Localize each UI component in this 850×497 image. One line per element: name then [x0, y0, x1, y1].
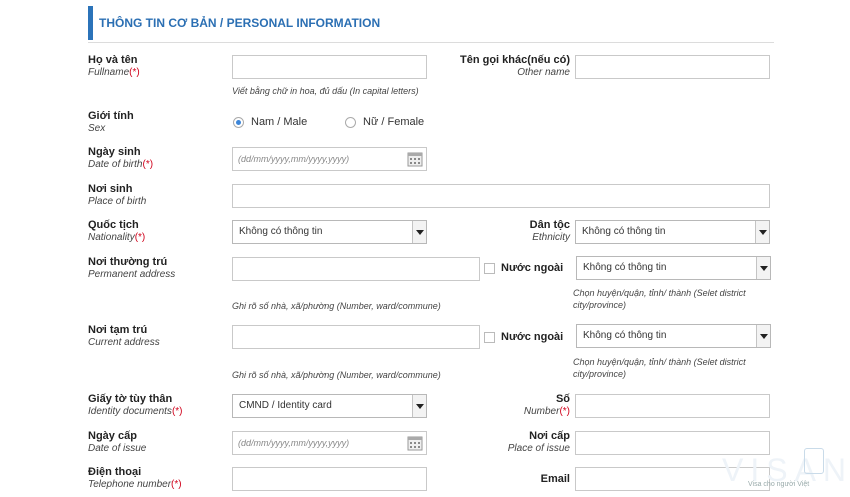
- permanent-address-input[interactable]: [232, 257, 480, 281]
- current-label: Nơi tạm trú: [88, 324, 148, 336]
- dob-placeholder: (dd/mm/yyyy,mm/yyyy,yyyy): [238, 154, 350, 164]
- date-issue-label: Ngày cấp: [88, 430, 137, 442]
- current-hint: Ghi rõ số nhà, xã/phường (Number, ward/c…: [232, 370, 441, 380]
- permanent-label: Nơi thường trú: [88, 256, 168, 268]
- place-issue-label: Nơi cấp: [529, 430, 570, 442]
- dob-input[interactable]: (dd/mm/yyyy,mm/yyyy,yyyy): [232, 147, 427, 171]
- place-issue-sublabel: Place of issue: [507, 443, 570, 454]
- fullname-label: Họ và tên: [88, 54, 138, 66]
- current-select-hint-2: city/province): [573, 369, 627, 379]
- section-title: THÔNG TIN CƠ BẢN / PERSONAL INFORMATION: [99, 16, 381, 30]
- required-mark: (*): [142, 159, 154, 170]
- fullname-sublabel: Fullname(*): [88, 67, 140, 78]
- dob-sublabel: Date of birth(*): [88, 159, 154, 170]
- email-label: Email: [540, 473, 570, 485]
- current-abroad-checkbox[interactable]: [484, 332, 495, 343]
- identity-value: CMND / Identity card: [239, 400, 332, 411]
- permanent-select-hint-1: Chọn huyện/quận, tỉnh/ thành (Selet dist…: [573, 288, 746, 298]
- permanent-abroad-label: Nước ngoài: [501, 262, 564, 274]
- calendar-icon[interactable]: [407, 151, 423, 167]
- ethnicity-value: Không có thông tin: [582, 226, 666, 237]
- number-label: Số: [555, 393, 570, 405]
- sex-male-radio[interactable]: [233, 117, 244, 128]
- sex-label: Giới tính: [88, 110, 134, 122]
- nationality-value: Không có thông tin: [239, 226, 323, 237]
- header-divider: [88, 42, 774, 43]
- permanent-sublabel: Permanent address: [88, 269, 176, 280]
- ethnicity-label: Dân tộc: [529, 219, 570, 231]
- permanent-district-select[interactable]: Không có thông tin: [576, 256, 771, 280]
- current-district-select[interactable]: Không có thông tin: [576, 324, 771, 348]
- identity-sublabel: Identity documents(*): [88, 406, 183, 417]
- current-district-value: Không có thông tin: [583, 330, 667, 341]
- number-sublabel: Number(*): [523, 406, 570, 417]
- luggage-icon: [804, 448, 824, 474]
- permanent-abroad-checkbox[interactable]: [484, 263, 495, 274]
- required-mark: (*): [171, 406, 183, 417]
- sex-male-label: Nam / Male: [251, 116, 308, 128]
- required-mark: (*): [171, 479, 182, 490]
- date-issue-placeholder: (dd/mm/yyyy,mm/yyyy,yyyy): [238, 438, 350, 448]
- chevron-down-icon: [412, 221, 426, 243]
- nationality-sublabel: Nationality(*): [88, 232, 146, 243]
- chevron-down-icon: [412, 395, 426, 417]
- fullname-hint: Viết bằng chữ in hoa, đủ dấu (In capital…: [232, 86, 419, 96]
- identity-select[interactable]: CMND / Identity card: [232, 394, 427, 418]
- sex-female-radio[interactable]: [345, 117, 356, 128]
- current-sublabel: Current address: [88, 337, 160, 348]
- pob-sublabel: Place of birth: [88, 196, 147, 207]
- nationality-select[interactable]: Không có thông tin: [232, 220, 427, 244]
- phone-label: Điện thoại: [88, 466, 142, 478]
- date-issue-sublabel: Date of issue: [88, 443, 147, 454]
- identity-label: Giấy tờ tùy thân: [88, 393, 173, 405]
- other-name-sublabel: Other name: [517, 67, 570, 78]
- permanent-hint: Ghi rõ số nhà, xã/phường (Number, ward/c…: [232, 301, 441, 311]
- sex-sublabel: Sex: [88, 123, 106, 134]
- phone-input[interactable]: [232, 467, 427, 491]
- number-input[interactable]: [575, 394, 770, 418]
- dob-label: Ngày sinh: [88, 146, 141, 158]
- other-name-input[interactable]: [575, 55, 770, 79]
- chevron-down-icon: [755, 221, 769, 243]
- pob-label: Nơi sinh: [88, 183, 133, 195]
- fullname-input[interactable]: [232, 55, 427, 79]
- current-select-hint-1: Chọn huyện/quận, tỉnh/ thành (Selet dist…: [573, 357, 746, 367]
- other-name-label: Tên gọi khác(nếu có): [459, 54, 570, 66]
- ethnicity-sublabel: Ethnicity: [532, 232, 570, 243]
- date-issue-input[interactable]: (dd/mm/yyyy,mm/yyyy,yyyy): [232, 431, 427, 455]
- watermark-tagline: Visa cho người Việt: [748, 481, 810, 488]
- phone-sublabel: Telephone number(*): [88, 479, 182, 490]
- ethnicity-select[interactable]: Không có thông tin: [575, 220, 770, 244]
- permanent-select-hint-2: city/province): [573, 300, 627, 310]
- pob-input[interactable]: [232, 184, 770, 208]
- required-mark: (*): [129, 67, 140, 78]
- nationality-label: Quốc tịch: [88, 219, 139, 231]
- header-accent-bar: [88, 6, 93, 40]
- calendar-icon[interactable]: [407, 435, 423, 451]
- required-mark: (*): [559, 406, 570, 417]
- permanent-district-value: Không có thông tin: [583, 262, 667, 273]
- current-address-input[interactable]: [232, 325, 480, 349]
- chevron-down-icon: [756, 257, 770, 279]
- required-mark: (*): [134, 232, 146, 243]
- chevron-down-icon: [756, 325, 770, 347]
- sex-female-label: Nữ / Female: [363, 116, 425, 128]
- current-abroad-label: Nước ngoài: [501, 331, 564, 343]
